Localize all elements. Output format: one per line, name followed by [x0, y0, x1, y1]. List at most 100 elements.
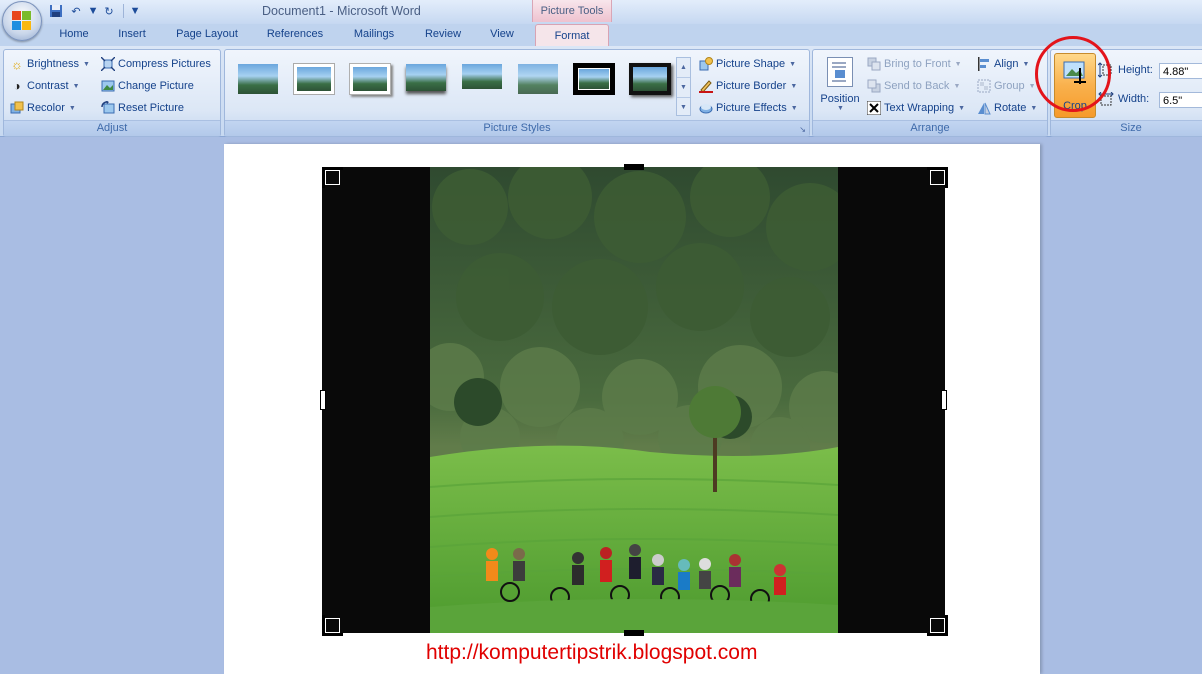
- dropdown-arrow-icon: ▼: [790, 104, 798, 112]
- gallery-scroll[interactable]: ▲ ▼ ▼: [676, 57, 691, 116]
- picture-border-icon: [699, 79, 713, 93]
- dropdown-arrow-icon: ▼: [1028, 82, 1036, 90]
- dropdown-arrow-icon: ▼: [790, 82, 798, 90]
- dropdown-arrow-icon: ▼: [72, 82, 80, 90]
- dropdown-arrow-icon: ▼: [837, 105, 844, 112]
- tab-references[interactable]: References: [266, 28, 324, 40]
- rotate-icon: [977, 101, 991, 115]
- bring-to-front-icon: [867, 57, 881, 71]
- window-title: Document1 - Microsoft Word: [262, 4, 421, 18]
- reset-picture-button[interactable]: Reset Picture: [101, 99, 184, 117]
- picture-style-bevel[interactable]: [405, 63, 447, 95]
- brightness-icon: ☼: [11, 56, 23, 72]
- width-label: Width:: [1118, 93, 1150, 105]
- crop-handle-top[interactable]: [624, 164, 644, 170]
- qat-separator: [123, 4, 124, 18]
- picture-style-white-frame[interactable]: [293, 63, 335, 95]
- gallery-down-icon[interactable]: ▼: [677, 78, 690, 98]
- change-picture-button[interactable]: Change Picture: [101, 77, 194, 95]
- gallery-more-icon[interactable]: ▼: [677, 98, 690, 117]
- crop-handle-bottom[interactable]: [624, 630, 644, 636]
- compress-pictures-button[interactable]: Compress Pictures: [101, 55, 211, 73]
- ribbon: ☼ Brightness ▼ ◑ Contrast ▼ Recolor ▼ Compr…: [0, 46, 1202, 137]
- recolor-button[interactable]: Recolor ▼: [10, 99, 76, 117]
- picture-shape-icon: [699, 57, 713, 71]
- inserted-picture[interactable]: [430, 167, 838, 633]
- reset-picture-icon: [101, 101, 115, 115]
- send-to-back-icon: [867, 79, 881, 93]
- tab-page-layout[interactable]: Page Layout: [175, 28, 239, 40]
- tab-format[interactable]: Format: [535, 24, 609, 47]
- picture-style-shadow-frame[interactable]: [349, 63, 391, 95]
- adjust-group: ☼ Brightness ▼ ◑ Contrast ▼ Recolor ▼ Compr…: [3, 49, 221, 137]
- tab-home[interactable]: Home: [59, 28, 89, 40]
- group-button[interactable]: Group ▼: [977, 77, 1036, 95]
- crop-handle-right[interactable]: [941, 390, 947, 410]
- position-button[interactable]: Position ▼: [817, 54, 863, 116]
- size-group-label: Size: [1051, 120, 1202, 136]
- picture-border-button[interactable]: Picture Border ▼: [699, 77, 797, 95]
- send-to-back-button[interactable]: Send to Back ▼: [867, 77, 960, 95]
- title-bar: ↶ ▼ ↻ ▼ Document1 - Microsoft Word Pictu…: [0, 0, 1202, 41]
- dropdown-arrow-icon: ▼: [1022, 60, 1030, 68]
- dropdown-arrow-icon: ▼: [958, 104, 966, 112]
- quick-access-toolbar: ↶ ▼ ↻ ▼: [48, 2, 141, 20]
- dialog-launcher-icon[interactable]: ↘: [799, 125, 806, 134]
- dropdown-arrow-icon: ▼: [789, 60, 797, 68]
- recolor-icon: [10, 101, 24, 115]
- gallery-up-icon[interactable]: ▲: [677, 58, 690, 78]
- crop-handle-bottom-right[interactable]: [927, 615, 948, 636]
- brightness-button[interactable]: ☼ Brightness ▼: [10, 55, 90, 73]
- arrange-group: Position ▼ Bring to Front ▼ Send to Back ▼…: [812, 49, 1048, 137]
- office-button[interactable]: [2, 1, 42, 41]
- picture-style-thick-black-frame[interactable]: [573, 63, 615, 95]
- tab-insert[interactable]: Insert: [116, 28, 148, 40]
- contrast-button[interactable]: ◑ Contrast ▼: [10, 77, 80, 95]
- crop-handle-left[interactable]: [320, 390, 326, 410]
- dropdown-arrow-icon: ▼: [82, 60, 90, 68]
- crop-handle-bottom-left[interactable]: [322, 615, 343, 636]
- customize-qat-icon[interactable]: ▼: [130, 3, 141, 19]
- crop-highlight-circle: [1035, 36, 1111, 112]
- adjust-group-label: Adjust: [4, 120, 220, 136]
- position-icon: [827, 57, 853, 87]
- text-wrapping-icon: [867, 101, 881, 115]
- watermark-url: http://komputertipstrik.blogspot.com: [426, 641, 758, 664]
- text-wrapping-button[interactable]: Text Wrapping ▼: [867, 99, 965, 117]
- height-label: Height:: [1118, 64, 1153, 76]
- picture-style-reflected[interactable]: [461, 63, 503, 95]
- bring-to-front-button[interactable]: Bring to Front ▼: [867, 55, 962, 73]
- picture-shape-button[interactable]: Picture Shape ▼: [699, 55, 796, 73]
- picture-styles-group-label: Picture Styles: [225, 120, 809, 136]
- rotate-button[interactable]: Rotate ▼: [977, 99, 1037, 117]
- redo-icon[interactable]: ↻: [101, 3, 117, 19]
- picture-style-soft-edge[interactable]: [517, 63, 559, 95]
- align-icon: [977, 57, 991, 71]
- arrange-group-label: Arrange: [813, 120, 1047, 136]
- save-icon[interactable]: [48, 3, 64, 19]
- tab-view[interactable]: View: [488, 28, 516, 40]
- dropdown-arrow-icon: ▼: [68, 104, 76, 112]
- picture-style-black-shadow[interactable]: [629, 63, 671, 95]
- dropdown-arrow-icon: ▼: [953, 82, 961, 90]
- width-input[interactable]: 6.5": [1159, 92, 1202, 108]
- picture-style-simple-frame[interactable]: [237, 63, 279, 95]
- dropdown-arrow-icon: ▼: [1030, 104, 1038, 112]
- group-icon: [977, 79, 991, 93]
- crop-handle-top-left[interactable]: [322, 167, 343, 188]
- picture-effects-icon: [699, 101, 713, 115]
- tab-review[interactable]: Review: [424, 28, 462, 40]
- dropdown-arrow-icon: ▼: [954, 60, 962, 68]
- picture-tools-header: Picture Tools: [532, 0, 612, 22]
- crop-handle-top-right[interactable]: [927, 167, 948, 188]
- change-picture-icon: [101, 79, 115, 93]
- undo-dropdown-icon[interactable]: ▼: [88, 3, 99, 19]
- undo-icon[interactable]: ↶: [68, 3, 84, 19]
- contrast-icon: ◑: [13, 79, 21, 93]
- ribbon-tabs: Home Insert Page Layout References Maili…: [0, 24, 1202, 47]
- align-button[interactable]: Align ▼: [977, 55, 1029, 73]
- picture-effects-button[interactable]: Picture Effects ▼: [699, 99, 798, 117]
- height-input[interactable]: 4.88": [1159, 63, 1202, 79]
- tab-mailings[interactable]: Mailings: [351, 28, 397, 40]
- tea-plantation-photo: [430, 167, 838, 633]
